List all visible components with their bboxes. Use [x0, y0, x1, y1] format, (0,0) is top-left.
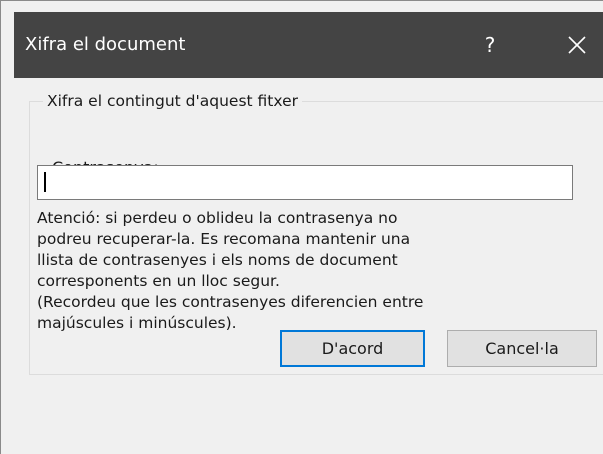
warning-line: podreu recuperar-la. Es recomana manteni…: [37, 230, 411, 248]
encrypt-document-dialog: Xifra el document ? Xifra el contingut d…: [0, 0, 603, 454]
warning-line: Atenció: si perdeu o oblideu la contrase…: [37, 209, 398, 227]
close-icon: [568, 36, 586, 54]
groupbox-legend: Xifra el contingut d'aquest fitxer: [43, 91, 302, 111]
close-button[interactable]: [552, 12, 603, 78]
text-caret: [44, 172, 46, 192]
warning-line: corresponents en un lloc segur.: [37, 272, 280, 290]
title-bar[interactable]: Xifra el document ?: [14, 12, 603, 78]
password-input[interactable]: [37, 165, 573, 200]
ok-button[interactable]: D'acord: [280, 330, 425, 367]
cancel-button[interactable]: Cancel·la: [447, 330, 597, 367]
help-button[interactable]: ?: [478, 30, 502, 60]
warning-message: Atenció: si perdeu o oblideu la contrase…: [37, 208, 577, 334]
warning-line: (Recordeu que les contrasenyes diferenci…: [37, 293, 424, 311]
warning-line: llista de contrasenyes i els noms de doc…: [37, 251, 398, 269]
dialog-title: Xifra el document: [25, 34, 186, 55]
